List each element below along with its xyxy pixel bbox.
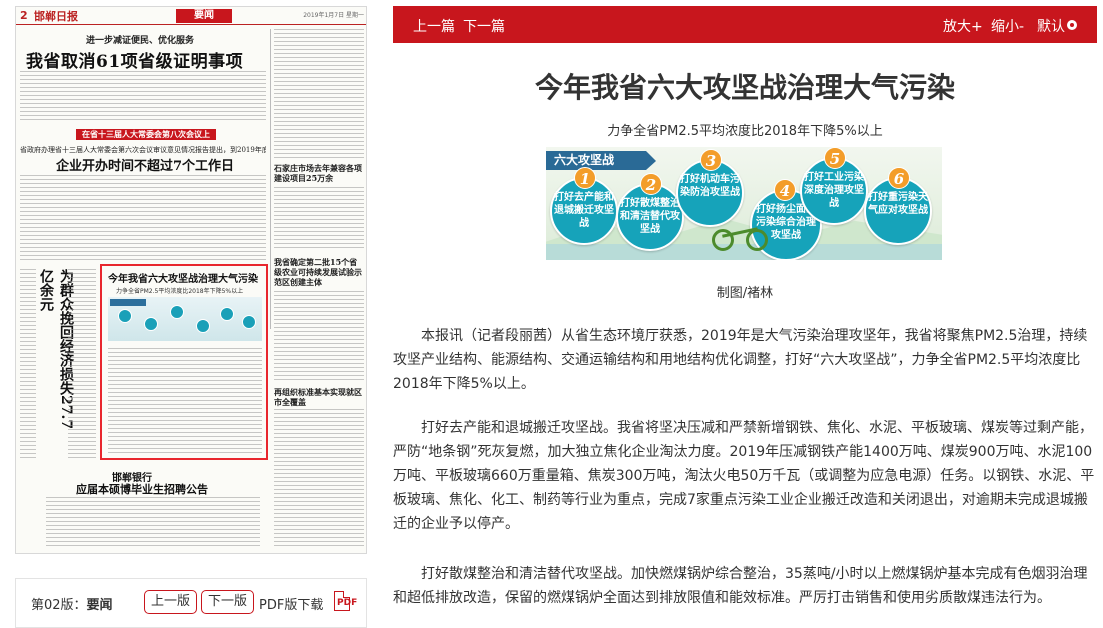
prev-article-link[interactable]: 上一篇: [413, 16, 455, 36]
right-column-text: [274, 187, 364, 251]
lead-body-text: [20, 71, 266, 123]
second-headline: 企业开办时间不超过7个工作日: [56, 159, 235, 174]
issue-label: 第02版：要闻: [31, 598, 113, 613]
newspaper-section: 要闻: [176, 9, 232, 23]
step-6: 6 打好重污染天气应对攻坚战: [864, 167, 932, 245]
right-column-text: [274, 29, 364, 159]
bottom-headline: 应届本硕博毕业生招聘公告: [76, 483, 208, 496]
newspaper-page-number: 2: [20, 9, 28, 22]
bicycle-icon: [712, 221, 770, 251]
lead-headline: 我省取消61项省级证明事项: [26, 52, 244, 72]
side-body-text: [68, 269, 96, 459]
right-column-headline: 再组织标准基本实现就区市全覆盖: [274, 387, 362, 407]
article-paragraph: 本报讯（记者段丽茜）从省生态环境厅获悉，2019年是大气污染治理攻坚年，我省将聚…: [393, 328, 1088, 392]
next-article-link[interactable]: 下一篇: [463, 16, 505, 36]
boxed-article-body: [108, 348, 262, 456]
red-band: 在省十三届人大常委会第八次会议上: [76, 129, 216, 140]
article-infographic: 六大攻坚战 1 打好去产能和退城搬迁攻坚战 2 打好散煤整治和清洁替代攻坚战 3…: [546, 147, 942, 260]
step-3: 3 打好机动车污染防治攻坚战: [676, 149, 744, 227]
newspaper-brand: 邯郸日报: [34, 10, 78, 23]
next-page-button[interactable]: 下一版: [201, 590, 255, 614]
boxed-graphic-label: [110, 299, 146, 306]
article-paragraph: 打好散煤整治和清洁替代攻坚战。加快燃煤锅炉综合整治，35蒸吨/小时以上燃煤锅炉基…: [393, 566, 1088, 606]
article-toolbar: 上一篇 下一篇 放大+ 缩小- 默认: [393, 6, 1097, 43]
article-subtitle: 力争全省PM2.5平均浓度比2018年下降5%以上: [607, 124, 883, 139]
prev-page-button[interactable]: 上一版: [144, 590, 198, 614]
second-kicker: 省政府办理省十三届人大常委会第六次会议审议意见情况报告提出，到2019年底: [20, 146, 266, 154]
pdf-download-link[interactable]: PDF版下载: [259, 594, 323, 613]
page-thumbnail-panel: 2 邯郸日报 要闻 2019年1月7日 星期一 进一步减证便民、优化服务 我省取…: [0, 0, 380, 628]
article-paragraph: 打好去产能和退城搬迁攻坚战。我省将坚决压减和严禁新增钢铁、焦化、水泥、平板玻璃、…: [393, 420, 1095, 532]
newspaper-page-image[interactable]: 2 邯郸日报 要闻 2019年1月7日 星期一 进一步减证便民、优化服务 我省取…: [15, 6, 367, 554]
right-column-headline: 我省确定第二批15个省级农业可持续发展试验示范区创建主体: [274, 257, 362, 287]
page-nav-bar: 第02版：要闻 上一版 下一版 PDF版下载 PDF: [15, 578, 367, 628]
side-body-text: [20, 269, 36, 459]
pdf-icon[interactable]: PDF: [334, 591, 357, 611]
zoom-out-button[interactable]: 缩小-: [991, 16, 1024, 36]
right-column-text: [274, 291, 364, 383]
step-2: 2 打好散煤整治和清洁替代攻坚战: [616, 173, 684, 251]
lead-kicker: 进一步减证便民、优化服务: [86, 36, 195, 46]
boxed-article-graphic: [108, 297, 262, 341]
article-title: 今年我省六大攻坚战治理大气污染: [534, 71, 955, 104]
second-body-text: [20, 175, 266, 261]
step-5: 5 打好工业污染深度治理攻坚战: [800, 147, 868, 225]
right-column-headline: 石家庄市场去年兼容各项建设项目25万余: [274, 163, 362, 183]
infographic-label: 六大攻坚战: [546, 151, 656, 170]
column-rule: [270, 29, 271, 329]
bottom-body-text: [46, 497, 260, 549]
selected-article-highlight[interactable]: 今年我省六大攻坚战治理大气污染 力争全省PM2.5平均浓度比2018年下降5%以…: [100, 264, 268, 460]
zoom-in-button[interactable]: 放大+: [943, 16, 983, 36]
default-size-button[interactable]: 默认: [1037, 16, 1065, 36]
boxed-article-title: 今年我省六大攻坚战治理大气污染: [108, 274, 258, 285]
newspaper-header: 2 邯郸日报 要闻 2019年1月7日 星期一: [16, 7, 366, 25]
newspaper-date: 2019年1月7日 星期一: [303, 12, 364, 19]
boxed-article-subtitle: 力争全省PM2.5平均浓度比2018年下降5%以上: [116, 288, 244, 295]
reset-circle-icon[interactable]: [1067, 20, 1077, 30]
step-1: 1 打好去产能和退城搬迁攻坚战: [550, 167, 618, 245]
graphic-caption: 制图/褚林: [716, 286, 774, 301]
right-column-text: [274, 409, 364, 549]
